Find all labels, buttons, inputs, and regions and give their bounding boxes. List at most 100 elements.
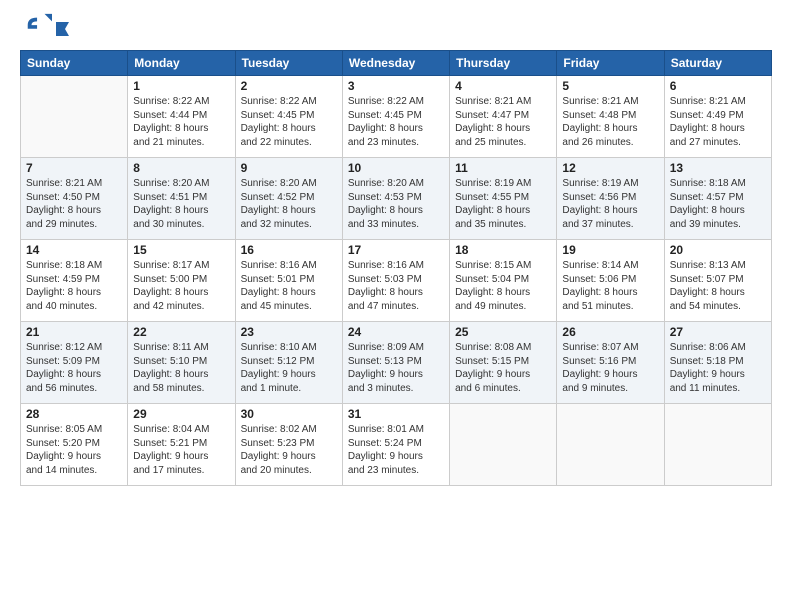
calendar-day-cell: 18Sunrise: 8:15 AMSunset: 5:04 PMDayligh… (450, 240, 557, 322)
daylight-text: Daylight: 8 hours (348, 205, 423, 216)
sunset-text: Sunset: 5:13 PM (348, 356, 422, 367)
day-number: 30 (241, 407, 337, 421)
sunrise-text: Sunrise: 8:06 AM (670, 342, 746, 353)
calendar-table: SundayMondayTuesdayWednesdayThursdayFrid… (20, 50, 772, 486)
sunrise-text: Sunrise: 8:07 AM (562, 342, 638, 353)
day-info: Sunrise: 8:19 AMSunset: 4:56 PMDaylight:… (562, 177, 658, 231)
calendar-day-cell: 20Sunrise: 8:13 AMSunset: 5:07 PMDayligh… (664, 240, 771, 322)
calendar-day-cell: 29Sunrise: 8:04 AMSunset: 5:21 PMDayligh… (128, 404, 235, 486)
sunrise-text: Sunrise: 8:14 AM (562, 260, 638, 271)
sunrise-text: Sunrise: 8:15 AM (455, 260, 531, 271)
day-number: 29 (133, 407, 229, 421)
sunrise-text: Sunrise: 8:08 AM (455, 342, 531, 353)
calendar-week-row: 21 Sunrise: 8:12 AMSunset: 5:09 PMDayligh… (21, 322, 772, 404)
day-info: Sunrise: 8:04 AMSunset: 5:21 PMDaylight:… (133, 423, 229, 477)
day-number: 21 (26, 325, 122, 339)
sunset-text: Sunset: 5:07 PM (670, 274, 744, 285)
calendar-week-row: 7Sunrise: 8:21 AMSunset: 4:50 PMDaylight… (21, 158, 772, 240)
daylight-text-2: and 20 minutes. (241, 465, 312, 476)
daylight-text: Daylight: 8 hours (26, 369, 101, 380)
day-info: Sunrise: 8:22 AMSunset: 4:45 PMDaylight:… (241, 95, 337, 149)
calendar-day-cell: 26Sunrise: 8:07 AMSunset: 5:16 PMDayligh… (557, 322, 664, 404)
calendar-week-row: 14Sunrise: 8:18 AMSunset: 4:59 PMDayligh… (21, 240, 772, 322)
daylight-text-2: and 21 minutes. (133, 137, 204, 148)
sunrise-text: Sunrise: 8:20 AM (348, 178, 424, 189)
day-info: Sunrise: 8:07 AM Sunset: 5:16 PM Daylight:… (562, 341, 658, 395)
sunset-text: Sunset: 4:52 PM (241, 192, 315, 203)
daylight-text-2: and 23 minutes. (348, 137, 419, 148)
calendar-header-thursday: Thursday (450, 51, 557, 76)
sunrise-text: Sunrise: 8:16 AM (241, 260, 317, 271)
day-info: Sunrise: 8:16 AMSunset: 5:03 PMDaylight:… (348, 259, 444, 313)
daylight-text-2: and 33 minutes. (348, 219, 419, 230)
daylight-text: Daylight: 9 hours (562, 369, 637, 380)
daylight-text: Daylight: 8 hours (241, 287, 316, 298)
day-number: 9 (241, 161, 337, 175)
day-number: 15 (133, 243, 229, 257)
calendar-day-cell: 3Sunrise: 8:22 AMSunset: 4:45 PMDaylight… (342, 76, 449, 158)
day-info: Sunrise: 8:06 AMSunset: 5:18 PMDaylight:… (670, 341, 766, 395)
daylight-text: Daylight: 8 hours (348, 123, 423, 134)
day-info: Sunrise: 8:17 AMSunset: 5:00 PMDaylight:… (133, 259, 229, 313)
day-number: 8 (133, 161, 229, 175)
sunrise-text: Sunrise: 8:02 AM (241, 424, 317, 435)
day-info: Sunrise: 8:13 AMSunset: 5:07 PMDaylight:… (670, 259, 766, 313)
daylight-text-2: and 37 minutes. (562, 219, 633, 230)
day-info: Sunrise: 8:15 AMSunset: 5:04 PMDaylight:… (455, 259, 551, 313)
day-number: 14 (26, 243, 122, 257)
calendar-week-row: 28Sunrise: 8:05 AMSunset: 5:20 PMDayligh… (21, 404, 772, 486)
calendar-day-cell: 27Sunrise: 8:06 AMSunset: 5:18 PMDayligh… (664, 322, 771, 404)
page: SundayMondayTuesdayWednesdayThursdayFrid… (0, 0, 792, 612)
calendar-day-cell: 31Sunrise: 8:01 AMSunset: 5:24 PMDayligh… (342, 404, 449, 486)
sunset-text: Sunset: 5:21 PM (133, 438, 207, 449)
sunset-text: Sunset: 5:12 PM (241, 356, 315, 367)
day-info: Sunrise: 8:19 AMSunset: 4:55 PMDaylight:… (455, 177, 551, 231)
daylight-text-2: and 47 minutes. (348, 301, 419, 312)
daylight-text-2: and 45 minutes. (241, 301, 312, 312)
sunrise-text: Sunrise: 8:13 AM (670, 260, 746, 271)
calendar-header-sunday: Sunday (21, 51, 128, 76)
calendar-day-cell (664, 404, 771, 486)
day-number: 19 (562, 243, 658, 257)
daylight-text-2: and 30 minutes. (133, 219, 204, 230)
day-info: Sunrise: 8:20 AMSunset: 4:52 PMDaylight:… (241, 177, 337, 231)
sunrise-text: Sunrise: 8:16 AM (348, 260, 424, 271)
calendar-day-cell (450, 404, 557, 486)
sunset-text: Sunset: 5:10 PM (133, 356, 207, 367)
calendar-day-cell: 7Sunrise: 8:21 AMSunset: 4:50 PMDaylight… (21, 158, 128, 240)
daylight-text: Daylight: 8 hours (241, 123, 316, 134)
daylight-text: Daylight: 8 hours (455, 287, 530, 298)
day-number: 10 (348, 161, 444, 175)
calendar-day-cell: 22Sunrise: 8:11 AMSunset: 5:10 PMDayligh… (128, 322, 235, 404)
calendar-day-cell (557, 404, 664, 486)
day-number: 24 (348, 325, 444, 339)
sunrise-text: Sunrise: 8:01 AM (348, 424, 424, 435)
daylight-text: Daylight: 8 hours (455, 205, 530, 216)
sunrise-text: Sunrise: 8:20 AM (133, 178, 209, 189)
day-info: Sunrise: 8:22 AMSunset: 4:44 PMDaylight:… (133, 95, 229, 149)
calendar-header-monday: Monday (128, 51, 235, 76)
daylight-text: Daylight: 8 hours (26, 287, 101, 298)
day-info: Sunrise: 8:12 AMSunset: 5:09 PMDaylight:… (26, 341, 122, 395)
daylight-text: Daylight: 8 hours (455, 123, 530, 134)
sunrise-text: Sunrise: 8:18 AM (26, 260, 102, 271)
day-info: Sunrise: 8:21 AMSunset: 4:49 PMDaylight:… (670, 95, 766, 149)
daylight-text: Daylight: 8 hours (133, 123, 208, 134)
day-info: Sunrise: 8:08 AMSunset: 5:15 PMDaylight:… (455, 341, 551, 395)
daylight-text-2: and 49 minutes. (455, 301, 526, 312)
daylight-text: Daylight: 8 hours (562, 287, 637, 298)
daylight-text-2: and 14 minutes. (26, 465, 97, 476)
sunrise-text: Sunrise: 8:04 AM (133, 424, 209, 435)
sunset-text: Sunset: 5:18 PM (670, 356, 744, 367)
daylight-text: Daylight: 8 hours (562, 123, 637, 134)
calendar-day-cell: 13Sunrise: 8:18 AMSunset: 4:57 PMDayligh… (664, 158, 771, 240)
daylight-text-2: and 42 minutes. (133, 301, 204, 312)
day-number: 31 (348, 407, 444, 421)
sunset-text: Sunset: 5:16 PM (562, 356, 636, 367)
sunrise-text: Sunrise: 8:17 AM (133, 260, 209, 271)
day-number: 6 (670, 79, 766, 93)
sunset-text: Sunset: 4:50 PM (26, 192, 100, 203)
daylight-text: Daylight: 8 hours (133, 369, 208, 380)
daylight-text-2: and 22 minutes. (241, 137, 312, 148)
day-info: Sunrise: 8:05 AMSunset: 5:20 PMDaylight:… (26, 423, 122, 477)
